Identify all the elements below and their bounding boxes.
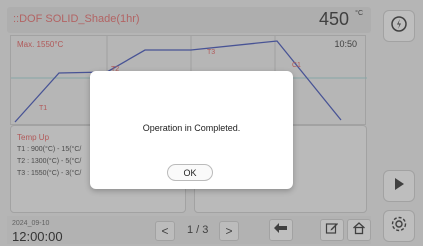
completion-dialog: Operation in Completed. OK [90, 71, 293, 189]
screen: ::DOF SOLID_Shade(1hr) 450 °C Max. 1550°… [0, 0, 423, 246]
dialog-message: Operation in Completed. [142, 123, 241, 133]
ok-button[interactable]: OK [167, 164, 213, 181]
